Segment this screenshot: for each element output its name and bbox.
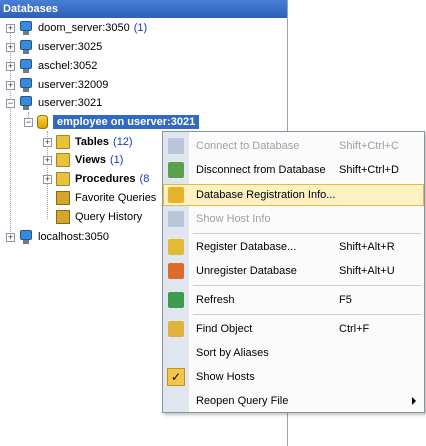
server-name: doom_server:3050 bbox=[38, 22, 130, 34]
menu-item-find-object[interactable]: Find Object Ctrl+F bbox=[163, 318, 424, 340]
tree-item-query-history[interactable]: Query History bbox=[56, 208, 142, 226]
tables-folder-icon bbox=[56, 135, 70, 149]
menu-item-disconnect[interactable]: Disconnect from Database Shift+Ctrl+D bbox=[163, 159, 424, 181]
find-icon bbox=[168, 321, 184, 337]
menu-label: Sort by Aliases bbox=[196, 347, 269, 359]
expand-icon[interactable]: + bbox=[6, 42, 15, 52]
menu-separator bbox=[193, 285, 421, 286]
menu-shortcut: Shift+Ctrl+C bbox=[339, 140, 399, 152]
expand-icon[interactable]: + bbox=[43, 137, 52, 147]
menu-label: Unregister Database bbox=[196, 265, 297, 277]
disconnect-icon bbox=[168, 162, 184, 178]
menu-label: Reopen Query File bbox=[196, 395, 289, 407]
menu-label: Connect to Database bbox=[196, 140, 300, 152]
tree-item-views[interactable]: + Views (1) bbox=[43, 151, 123, 169]
menu-item-sort-by-aliases[interactable]: Sort by Aliases bbox=[163, 342, 424, 364]
tree-item-tables[interactable]: + Tables (12) bbox=[43, 133, 133, 151]
server-name: userver:32009 bbox=[38, 79, 109, 91]
connect-icon bbox=[168, 138, 184, 154]
context-menu: Connect to Database Shift+Ctrl+C Disconn… bbox=[162, 131, 425, 413]
menu-item-show-host-info[interactable]: Show Host Info bbox=[163, 208, 424, 230]
server-icon bbox=[19, 40, 33, 54]
collapse-icon[interactable]: − bbox=[24, 117, 33, 127]
panel-title: Databases bbox=[0, 0, 287, 18]
menu-item-registration-info[interactable]: Database Registration Info... bbox=[163, 184, 424, 206]
menu-shortcut: F5 bbox=[339, 294, 352, 306]
menu-item-connect[interactable]: Connect to Database Shift+Ctrl+C bbox=[163, 135, 424, 157]
tree-item-server[interactable]: + userver:3025 bbox=[6, 38, 102, 56]
tree-item-server[interactable]: + userver:32009 bbox=[6, 76, 108, 94]
menu-shortcut: Ctrl+F bbox=[339, 323, 370, 335]
menu-label: Refresh bbox=[196, 294, 235, 306]
menu-label: Show Host Info bbox=[196, 213, 271, 225]
tree-item-server[interactable]: + localhost:3050 bbox=[6, 228, 109, 246]
database-name: employee on userver:3021 bbox=[53, 115, 200, 129]
menu-shortcut: Shift+Alt+U bbox=[339, 265, 395, 277]
expand-icon[interactable]: + bbox=[6, 80, 15, 90]
menu-label: Disconnect from Database bbox=[196, 164, 326, 176]
menu-item-reopen-query-file[interactable]: Reopen Query File bbox=[163, 390, 424, 412]
favorite-queries-label: Favorite Queries bbox=[75, 192, 157, 204]
registration-info-icon bbox=[168, 187, 184, 203]
menu-item-unregister[interactable]: Unregister Database Shift+Alt+U bbox=[163, 260, 424, 282]
tables-count: (12) bbox=[113, 136, 133, 148]
server-icon bbox=[19, 230, 33, 244]
database-icon bbox=[37, 115, 48, 129]
procedures-folder-icon bbox=[56, 172, 70, 186]
collapse-icon[interactable]: − bbox=[6, 98, 15, 108]
register-icon bbox=[168, 239, 184, 255]
menu-separator bbox=[193, 233, 421, 234]
query-history-label: Query History bbox=[75, 211, 143, 223]
unregister-icon bbox=[168, 263, 184, 279]
server-icon bbox=[19, 59, 33, 73]
tree-item-server[interactable]: + doom_server:3050 (1) bbox=[6, 19, 147, 37]
menu-shortcut: Shift+Ctrl+D bbox=[339, 164, 399, 176]
server-icon bbox=[19, 96, 33, 110]
refresh-icon bbox=[168, 292, 184, 308]
menu-shortcut: Shift+Alt+R bbox=[339, 241, 395, 253]
server-icon bbox=[19, 21, 33, 35]
tables-label: Tables bbox=[75, 136, 110, 148]
menu-item-refresh[interactable]: Refresh F5 bbox=[163, 289, 424, 311]
server-count: (1) bbox=[133, 22, 148, 34]
tree-item-procedures[interactable]: + Procedures (8 bbox=[43, 170, 149, 188]
menu-item-register[interactable]: Register Database... Shift+Alt+R bbox=[163, 236, 424, 258]
expand-icon[interactable]: + bbox=[6, 23, 15, 33]
menu-label: Database Registration Info... bbox=[196, 189, 336, 201]
procedures-count: (8 bbox=[139, 173, 150, 185]
server-icon bbox=[19, 78, 33, 92]
query-history-icon bbox=[56, 210, 70, 224]
menu-label: Register Database... bbox=[196, 241, 297, 253]
expand-icon[interactable]: + bbox=[6, 232, 15, 242]
views-count: (1) bbox=[110, 154, 124, 166]
expand-icon[interactable]: + bbox=[6, 61, 15, 71]
menu-label: Show Hosts bbox=[196, 371, 255, 383]
server-name: userver:3025 bbox=[38, 41, 103, 53]
menu-label: Find Object bbox=[196, 323, 253, 335]
submenu-arrow-icon bbox=[412, 397, 416, 405]
tree-item-server[interactable]: − userver:3021 bbox=[6, 94, 102, 112]
views-label: Views bbox=[75, 154, 106, 166]
server-name: userver:3021 bbox=[38, 97, 103, 109]
favorite-queries-icon bbox=[56, 191, 70, 205]
server-name: localhost:3050 bbox=[38, 231, 109, 243]
menu-separator bbox=[193, 314, 421, 315]
checkmark-icon: ✓ bbox=[167, 368, 185, 386]
views-folder-icon bbox=[56, 153, 70, 167]
server-name: aschel:3052 bbox=[38, 60, 98, 72]
expand-icon[interactable]: + bbox=[43, 155, 52, 165]
tree-item-favorite-queries[interactable]: Favorite Queries bbox=[56, 189, 156, 207]
expand-icon[interactable]: + bbox=[43, 174, 52, 184]
tree-item-database[interactable]: − employee on userver:3021 bbox=[24, 113, 200, 131]
procedures-label: Procedures bbox=[75, 173, 136, 185]
menu-item-show-hosts[interactable]: ✓ Show Hosts bbox=[163, 366, 424, 388]
tree-item-server[interactable]: + aschel:3052 bbox=[6, 57, 97, 75]
host-info-icon bbox=[168, 211, 184, 227]
